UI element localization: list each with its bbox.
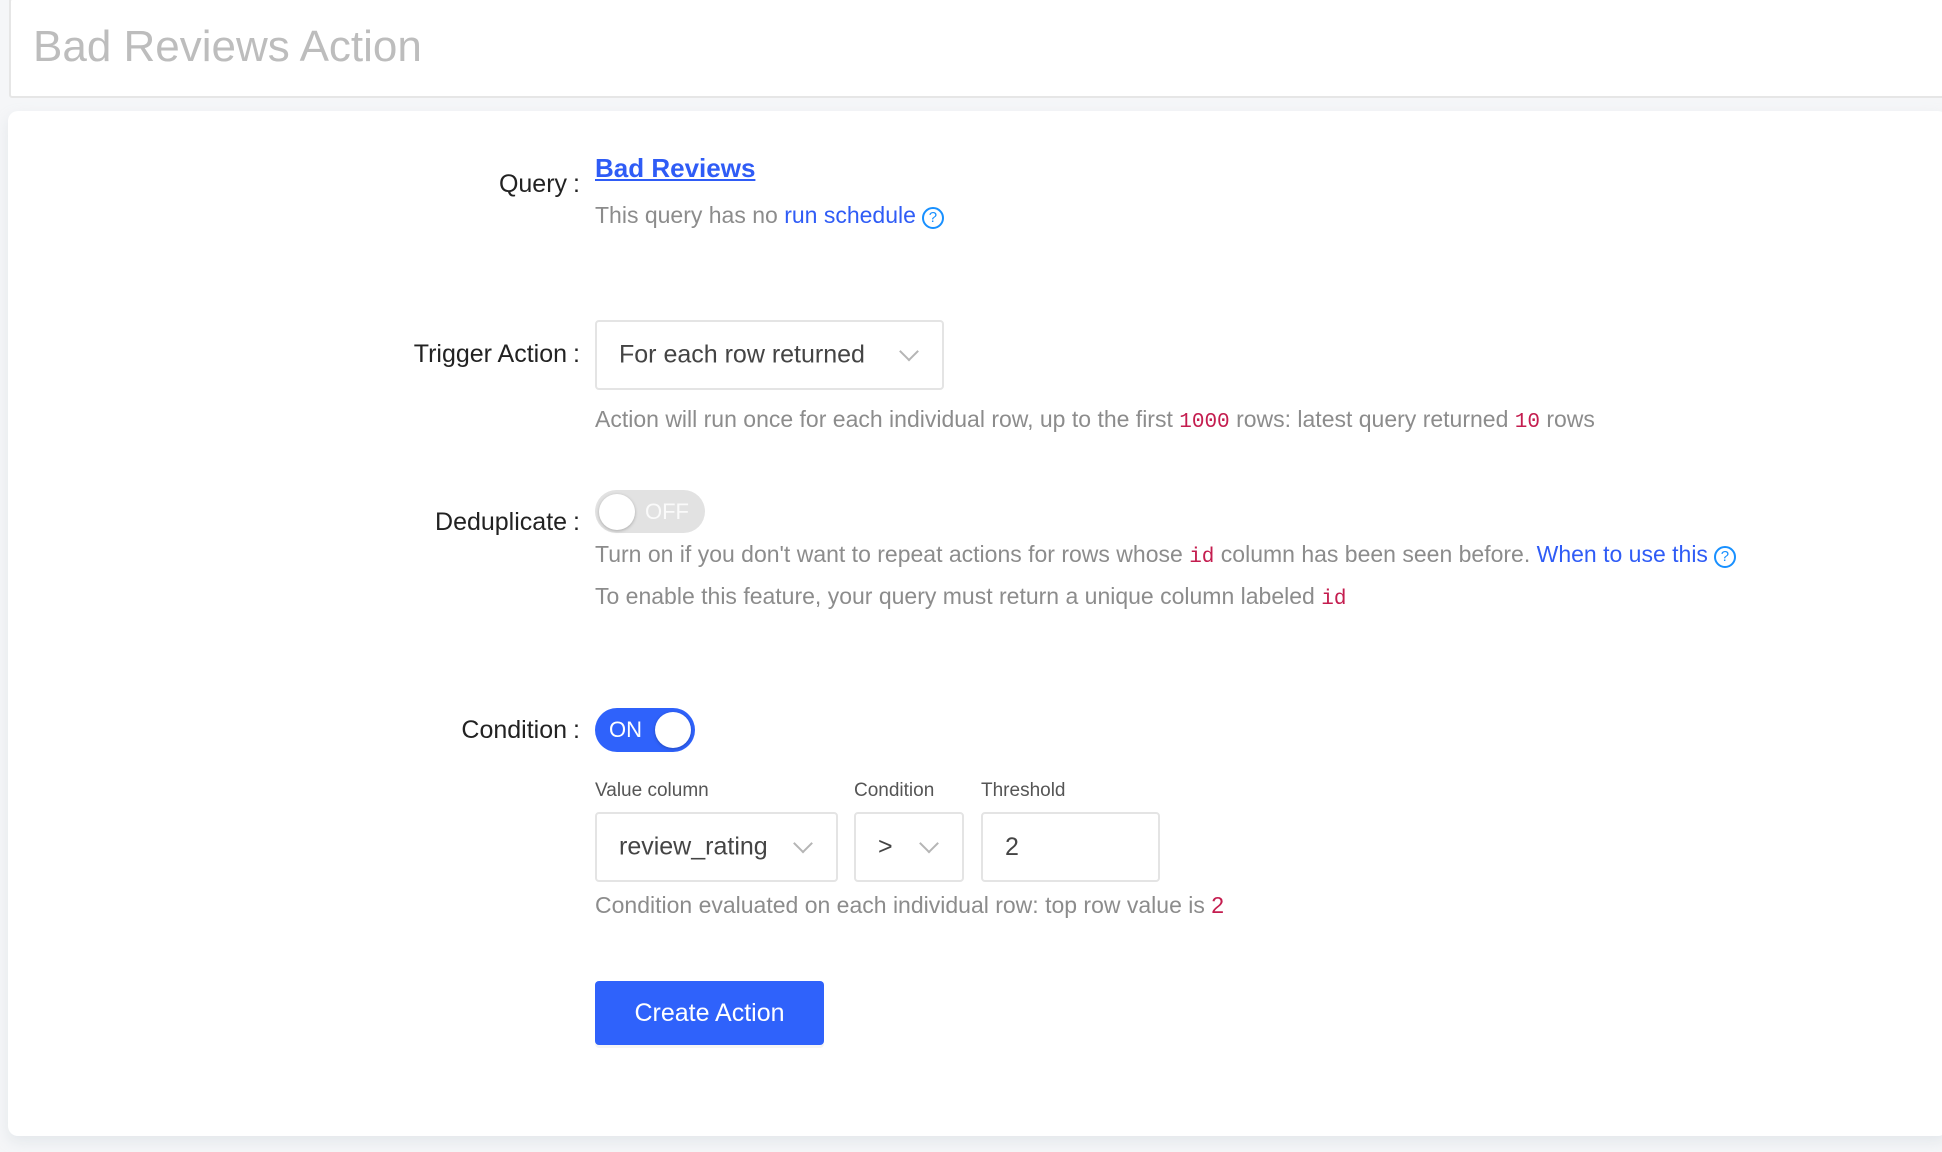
deduplicate-help-line2: To enable this feature, your query must … (595, 583, 1346, 611)
toggle-state-text: OFF (645, 498, 689, 524)
value-column-selected: review_rating (619, 832, 768, 861)
query-schedule-text: This query has no run schedule? (595, 202, 944, 229)
run-schedule-link[interactable]: run schedule (784, 202, 916, 228)
query-label-text: Query (498, 170, 568, 198)
row-limit-value: 1000 (1179, 411, 1230, 434)
trigger-action-select[interactable]: For each row returned (595, 320, 944, 390)
toggle-knob (599, 494, 635, 530)
trigger-action-label: Trigger Action: (414, 340, 580, 369)
query-link[interactable]: Bad Reviews (595, 153, 755, 184)
value-column-select[interactable]: review_rating (595, 812, 838, 882)
trigger-label-text: Trigger Action (413, 340, 568, 368)
deduplicate-help-line1: Turn on if you don't want to repeat acti… (595, 541, 1736, 569)
condition-label-colon: : (573, 716, 580, 744)
top-row-value: 2 (1211, 892, 1225, 918)
trigger-help-part3: rows (1546, 406, 1595, 432)
chevron-down-icon (899, 341, 919, 362)
rows-returned-value: 10 (1514, 411, 1540, 434)
chevron-down-icon (793, 833, 813, 854)
page-title: Bad Reviews Action (33, 22, 422, 71)
schedule-prefix: This query has no (595, 202, 778, 228)
condition-toggle[interactable]: ON (595, 708, 695, 752)
page-header: Bad Reviews Action (9, 0, 1942, 98)
when-to-use-link[interactable]: When to use this (1537, 541, 1708, 567)
deduplicate-label-text: Deduplicate (435, 508, 568, 536)
trigger-help-part2: rows: latest query returned (1236, 406, 1509, 432)
dedup-help2-part1: To enable this feature, your query must … (595, 583, 1315, 609)
toggle-state-text: ON (609, 717, 642, 742)
operator-selected: > (878, 832, 893, 861)
create-action-button[interactable]: Create Action (595, 981, 824, 1045)
query-label: Query: (499, 170, 580, 199)
trigger-selected-value: For each row returned (619, 340, 865, 369)
help-icon[interactable]: ? (921, 207, 944, 229)
help-icon[interactable]: ? (1713, 546, 1736, 568)
deduplicate-toggle[interactable]: OFF (595, 490, 705, 533)
dedup-help-part1: Turn on if you don't want to repeat acti… (595, 541, 1183, 567)
id-column-code: id (1189, 546, 1215, 569)
threshold-input[interactable] (981, 812, 1160, 882)
deduplicate-label: Deduplicate: (435, 508, 580, 537)
trigger-help-part1: Action will run once for each individual… (595, 406, 1173, 432)
condition-label: Condition: (461, 716, 580, 745)
condition-help-text: Condition evaluated on each individual r… (595, 892, 1224, 919)
id-column-code: id (1321, 588, 1347, 611)
trigger-help-text: Action will run once for each individual… (595, 406, 1595, 434)
operator-label: Condition (854, 780, 935, 801)
dedup-help-part2: column has been seen before. (1220, 541, 1531, 567)
value-column-label: Value column (595, 780, 709, 801)
action-form-card (8, 111, 1942, 1136)
threshold-label: Threshold (981, 780, 1066, 801)
chevron-down-icon (919, 833, 939, 854)
condition-label-text: Condition (461, 716, 568, 744)
trigger-label-colon: : (573, 340, 580, 368)
query-label-colon: : (573, 170, 580, 198)
condition-help-part1: Condition evaluated on each individual r… (595, 892, 1205, 918)
toggle-knob (655, 712, 691, 748)
deduplicate-label-colon: : (573, 508, 580, 536)
operator-select[interactable]: > (854, 812, 964, 882)
